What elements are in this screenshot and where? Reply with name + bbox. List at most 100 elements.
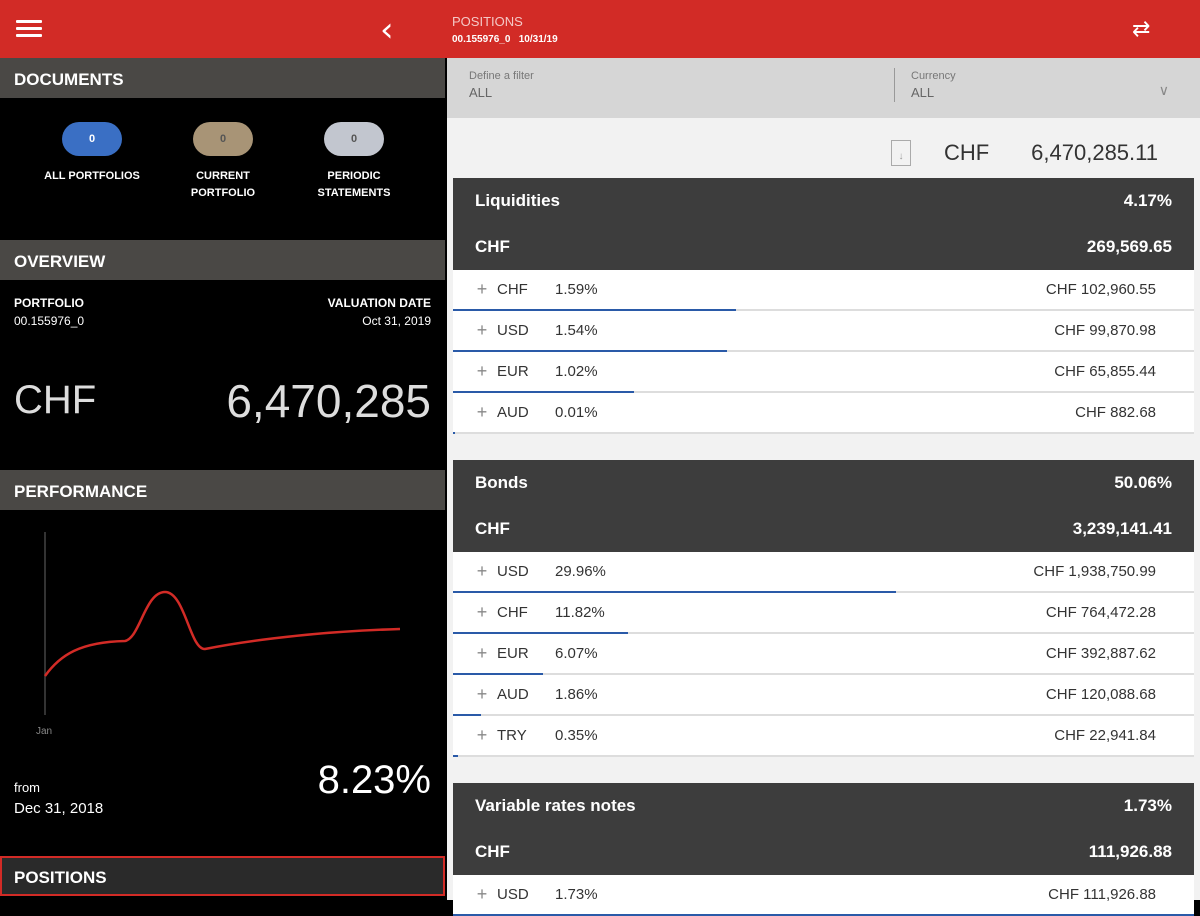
- top-bar: ‹ POSITIONS 00.155976_0 10/31/19 ⇄: [0, 0, 1200, 58]
- row-amount: CHF 65,855.44: [1054, 363, 1156, 380]
- expand-plus-icon[interactable]: +: [467, 561, 497, 582]
- row-currency: USD: [497, 563, 529, 580]
- allocation-bar: [453, 755, 459, 757]
- section-name: Liquidities: [475, 191, 560, 210]
- chart-x-label: Jan: [36, 726, 53, 737]
- section-pct: 1.73%: [1123, 796, 1172, 815]
- documents-header: DOCUMENTS: [0, 58, 445, 98]
- valuation-label: VALUATION DATE: [327, 296, 431, 310]
- position-row[interactable]: + USD 1.73% CHF 111,926.88: [453, 875, 1194, 916]
- page-subtitle: 00.155976_0 10/31/19: [452, 34, 558, 45]
- filter-label: Define a filter: [469, 70, 534, 82]
- valuation-date: Oct 31, 2019: [362, 314, 431, 328]
- position-section: Liquidities 4.17% CHF 269,569.65 + CHF 1.59% CH…: [453, 178, 1194, 434]
- row-amount: CHF 22,941.84: [1054, 727, 1156, 744]
- positions-panel: Define a filter ALL Currency ALL ∨ ↓ CHF 6…: [447, 58, 1200, 916]
- document-filter-0[interactable]: 0 ALL PORTFOLIOS: [27, 122, 157, 185]
- section-name: Variable rates notes: [475, 796, 636, 815]
- from-date: Dec 31, 2018: [14, 800, 104, 817]
- section-amount: 269,569.65: [1086, 237, 1172, 256]
- sidebar: DOCUMENTS 0 ALL PORTFOLIOS 0 CURRENT PORTFOL…: [0, 58, 445, 900]
- expand-plus-icon[interactable]: +: [467, 320, 497, 341]
- performance-header: PERFORMANCE: [0, 470, 445, 510]
- row-pct: 6.07%: [555, 645, 598, 662]
- expand-plus-icon[interactable]: +: [467, 602, 497, 623]
- row-currency: CHF: [497, 281, 528, 298]
- section-name: Bonds: [475, 473, 528, 492]
- position-row[interactable]: + USD 29.96% CHF 1,938,750.99: [453, 552, 1194, 593]
- row-amount: CHF 392,887.62: [1045, 645, 1156, 662]
- position-section: Bonds 50.06% CHF 3,239,141.41 + USD 29.96% CHF …: [453, 460, 1194, 757]
- position-section: Variable rates notes 1.73% CHF 111,926.88 + U…: [453, 783, 1194, 916]
- row-currency: CHF: [497, 604, 528, 621]
- row-pct: 1.59%: [555, 281, 598, 298]
- filter-select[interactable]: Define a filter ALL: [469, 70, 534, 100]
- expand-plus-icon[interactable]: +: [467, 725, 497, 746]
- document-filter-1[interactable]: 0 CURRENT PORTFOLIO: [158, 122, 288, 202]
- row-amount: CHF 111,926.88: [1048, 886, 1156, 903]
- row-amount: CHF 102,960.55: [1045, 281, 1156, 298]
- section-amount: 111,926.88: [1088, 842, 1172, 861]
- expand-plus-icon[interactable]: +: [467, 279, 497, 300]
- performance-line: [43, 590, 401, 677]
- section-header[interactable]: Bonds 50.06% CHF 3,239,141.41: [453, 460, 1194, 552]
- total-row: ↓ CHF 6,470,285.11: [447, 118, 1200, 178]
- chevron-left-icon[interactable]: ‹: [380, 10, 394, 50]
- position-row[interactable]: + AUD 1.86% CHF 120,088.68: [453, 675, 1194, 716]
- row-pct: 1.02%: [555, 363, 598, 380]
- documents-panel: 0 ALL PORTFOLIOS 0 CURRENT PORTFOLIO 0 PERIODI…: [0, 98, 445, 240]
- chevron-down-icon: ∨: [1158, 82, 1169, 98]
- position-row[interactable]: + CHF 1.59% CHF 102,960.55: [453, 270, 1194, 311]
- document-label-2: STATEMENTS: [317, 187, 391, 199]
- position-row[interactable]: + AUD 0.01% CHF 882.68: [453, 393, 1194, 434]
- position-row[interactable]: + EUR 1.02% CHF 65,855.44: [453, 352, 1194, 393]
- row-currency: AUD: [497, 404, 529, 421]
- expand-plus-icon[interactable]: +: [467, 361, 497, 382]
- currency-label: Currency: [911, 70, 956, 82]
- expand-plus-icon[interactable]: +: [467, 643, 497, 664]
- position-row[interactable]: + TRY 0.35% CHF 22,941.84: [453, 716, 1194, 757]
- row-currency: USD: [497, 886, 529, 903]
- row-pct: 1.86%: [555, 686, 598, 703]
- row-amount: CHF 99,870.98: [1054, 322, 1156, 339]
- expand-plus-icon[interactable]: +: [467, 684, 497, 705]
- from-label: from: [14, 780, 40, 795]
- document-download-icon[interactable]: ↓: [891, 140, 911, 166]
- portfolio-id: 00.155976_0: [14, 314, 85, 328]
- overview-currency: CHF: [14, 378, 97, 422]
- section-header[interactable]: Liquidities 4.17% CHF 269,569.65: [453, 178, 1194, 270]
- document-filter-2[interactable]: 0 PERIODIC STATEMENTS: [289, 122, 419, 202]
- position-row[interactable]: + USD 1.54% CHF 99,870.98: [453, 311, 1194, 352]
- page-title: POSITIONS: [452, 14, 523, 29]
- section-pct: 50.06%: [1114, 473, 1172, 492]
- row-currency: USD: [497, 322, 529, 339]
- row-currency: EUR: [497, 645, 529, 662]
- expand-plus-icon[interactable]: +: [467, 884, 497, 905]
- nav-positions[interactable]: POSITIONS: [0, 856, 445, 896]
- row-pct: 1.73%: [555, 886, 598, 903]
- position-row[interactable]: + EUR 6.07% CHF 392,887.62: [453, 634, 1194, 675]
- document-label-2: PORTFOLIO: [190, 187, 256, 199]
- document-count-badge: 0: [324, 122, 384, 156]
- row-pct: 0.35%: [555, 727, 598, 744]
- swap-icon[interactable]: ⇄: [1132, 16, 1150, 42]
- row-pct: 0.01%: [555, 404, 598, 421]
- row-currency: TRY: [497, 727, 527, 744]
- document-count-badge: 0: [193, 122, 253, 156]
- performance-value: 8.23%: [317, 758, 431, 802]
- expand-plus-icon[interactable]: +: [467, 402, 497, 423]
- overview-panel: PORTFOLIO 00.155976_0 VALUATION DATE Oct…: [0, 280, 445, 470]
- document-count-badge: 0: [62, 122, 122, 156]
- overview-header: OVERVIEW: [0, 240, 445, 280]
- filter-value: ALL: [469, 85, 493, 100]
- section-currency: CHF: [475, 842, 510, 861]
- section-pct: 4.17%: [1123, 191, 1172, 210]
- performance-chart: [43, 532, 401, 715]
- row-amount: CHF 120,088.68: [1045, 686, 1156, 703]
- row-amount: CHF 1,938,750.99: [1033, 563, 1156, 580]
- section-header[interactable]: Variable rates notes 1.73% CHF 111,926.88: [453, 783, 1194, 875]
- currency-select[interactable]: Currency ALL ∨: [911, 70, 1191, 100]
- hamburger-menu-icon[interactable]: [16, 20, 42, 38]
- position-row[interactable]: + CHF 11.82% CHF 764,472.28: [453, 593, 1194, 634]
- row-currency: EUR: [497, 363, 529, 380]
